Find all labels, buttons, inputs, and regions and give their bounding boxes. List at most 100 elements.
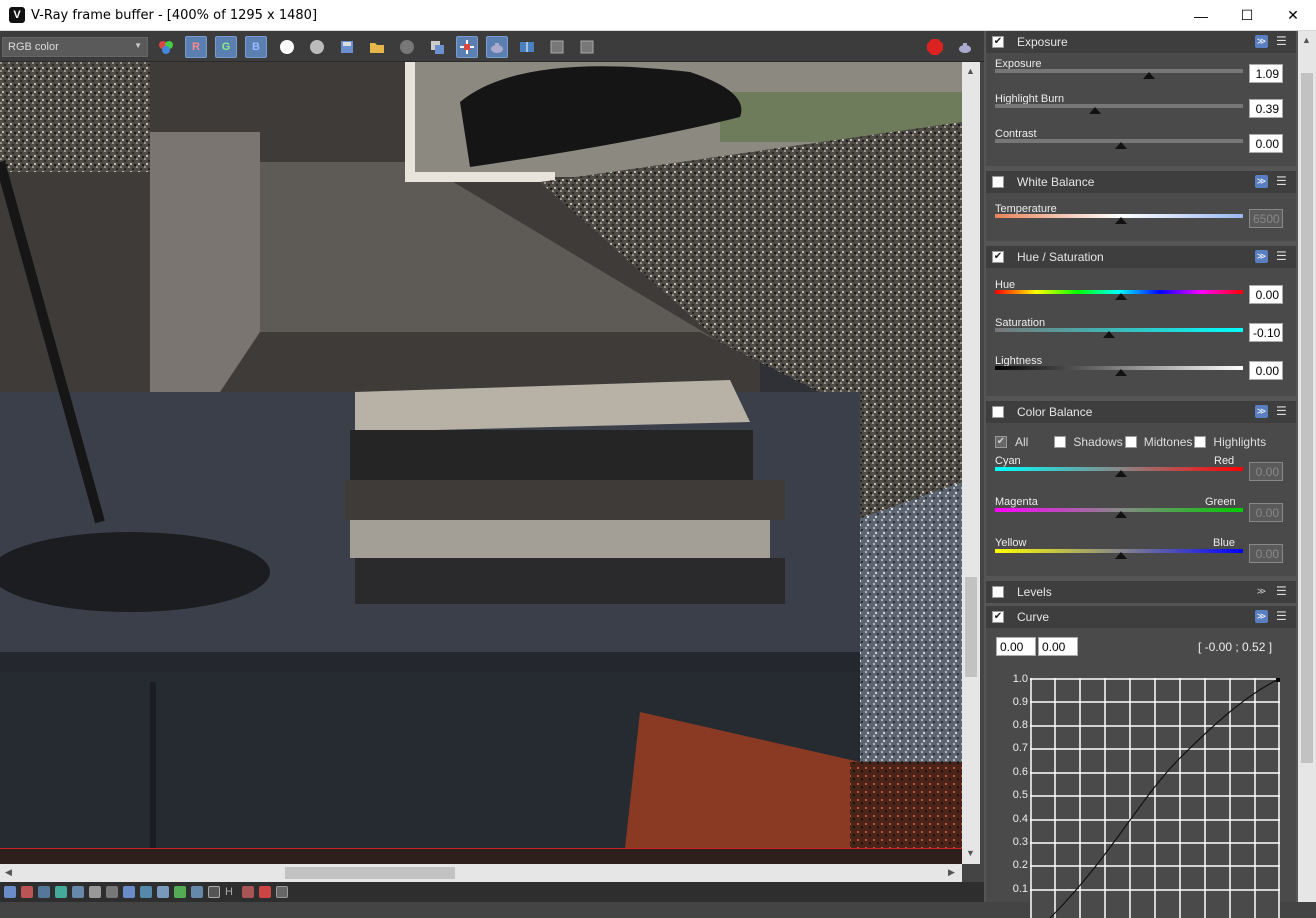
save-icon[interactable]	[336, 36, 358, 58]
compare-ab-icon[interactable]	[140, 886, 152, 898]
scroll-left-icon[interactable]: ◀	[5, 867, 12, 878]
channel-select[interactable]: RGB color ▼	[2, 37, 148, 57]
render-icon[interactable]	[954, 36, 976, 58]
minimize-button[interactable]: —	[1178, 0, 1224, 31]
highlight-burn-thumb[interactable]	[1089, 107, 1101, 114]
render-teapot-icon[interactable]	[486, 36, 508, 58]
info-icon[interactable]	[38, 886, 50, 898]
menu-icon[interactable]: ☰	[1276, 175, 1288, 187]
white-circle-icon[interactable]	[276, 36, 298, 58]
layers-icon[interactable]	[4, 886, 16, 898]
image-icon[interactable]	[174, 886, 186, 898]
highlights-checkbox[interactable]	[1194, 436, 1207, 448]
hue-value[interactable]: 0.00	[1249, 285, 1283, 304]
lens-icon[interactable]	[123, 886, 135, 898]
levels-enable-checkbox[interactable]	[992, 586, 1004, 598]
viewport-vertical-scrollbar[interactable]: ▲ ▼	[962, 62, 980, 864]
render-viewport[interactable]	[0, 62, 962, 848]
open-folder-icon[interactable]	[366, 36, 388, 58]
red-channel-button[interactable]: R	[185, 36, 207, 58]
horizontal-scroll-thumb[interactable]	[285, 867, 455, 879]
clear-icon[interactable]	[396, 36, 418, 58]
highlight-burn-value[interactable]: 0.39	[1249, 99, 1283, 118]
sidebar-scroll-thumb[interactable]	[1301, 73, 1313, 763]
contrast-thumb[interactable]	[1115, 142, 1127, 149]
green-channel-button[interactable]: G	[215, 36, 237, 58]
sidebar-scrollbar[interactable]: ▲	[1298, 31, 1316, 902]
menu-icon[interactable]: ☰	[1276, 250, 1288, 262]
temperature-value[interactable]: 6500	[1249, 209, 1283, 228]
curve-readout: [ -0.00 ; 0.52 ]	[1198, 640, 1273, 654]
scroll-right-icon[interactable]: ▶	[948, 867, 955, 878]
stamp-icon[interactable]	[72, 886, 84, 898]
white-balance-enable-checkbox[interactable]	[992, 176, 1004, 188]
highlight-burn-slider[interactable]	[995, 104, 1243, 108]
lightness-value[interactable]: 0.00	[1249, 361, 1283, 380]
all-checkbox[interactable]: ✔	[995, 436, 1007, 448]
curve-graph[interactable]	[1030, 678, 1280, 918]
lut-icon[interactable]	[55, 886, 67, 898]
hue-thumb[interactable]	[1115, 293, 1127, 300]
curve-x-input[interactable]: 0.00	[996, 637, 1036, 656]
histogram-icon[interactable]	[106, 886, 118, 898]
cyan-red-value[interactable]: 0.00	[1249, 462, 1283, 481]
contrast-value[interactable]: 0.00	[1249, 134, 1283, 153]
lightness-thumb[interactable]	[1115, 369, 1127, 376]
ocio-icon[interactable]	[208, 886, 220, 898]
expand-icon[interactable]: ≫	[1255, 250, 1268, 263]
settings-list-icon[interactable]	[89, 886, 101, 898]
curve-enable-checkbox[interactable]: ✔	[992, 611, 1004, 623]
vertical-scroll-thumb[interactable]	[965, 577, 977, 677]
menu-icon[interactable]: ☰	[1276, 610, 1288, 622]
expand-icon[interactable]: ≫	[1255, 585, 1268, 598]
temperature-thumb[interactable]	[1115, 217, 1127, 224]
exposure-enable-checkbox[interactable]: ✔	[992, 36, 1004, 48]
color-corrections-icon[interactable]	[21, 886, 33, 898]
viewport-horizontal-scrollbar[interactable]: ◀ ▶	[0, 864, 962, 882]
stereo-icon[interactable]	[259, 886, 271, 898]
blue-channel-button[interactable]: B	[245, 36, 267, 58]
pin-icon[interactable]	[276, 886, 288, 898]
saturation-slider[interactable]	[995, 328, 1243, 332]
saturation-value[interactable]: -0.10	[1249, 323, 1283, 342]
color-balance-enable-checkbox[interactable]	[992, 406, 1004, 418]
exposure-slider[interactable]	[995, 69, 1243, 73]
yellow-blue-value[interactable]: 0.00	[1249, 544, 1283, 563]
hdr-icon[interactable]: H	[225, 886, 237, 898]
color-channels-icon[interactable]	[155, 36, 177, 58]
region-icon[interactable]	[546, 36, 568, 58]
expand-icon[interactable]: ≫	[1255, 610, 1268, 623]
lightmix-icon[interactable]	[191, 886, 203, 898]
scroll-up-icon[interactable]: ▲	[966, 66, 975, 76]
cyan-red-thumb[interactable]	[1115, 470, 1127, 477]
menu-icon[interactable]: ☰	[1276, 405, 1288, 417]
exposure-slider-thumb[interactable]	[1143, 72, 1155, 79]
menu-icon[interactable]: ☰	[1276, 35, 1288, 47]
maximize-button[interactable]: ☐	[1224, 0, 1270, 31]
history-icon[interactable]	[576, 36, 598, 58]
expand-icon[interactable]: ≫	[1255, 175, 1268, 188]
expand-icon[interactable]: ≫	[1255, 35, 1268, 48]
menu-icon[interactable]: ☰	[1276, 585, 1288, 597]
midtones-checkbox[interactable]	[1124, 436, 1137, 448]
expand-icon[interactable]: ≫	[1255, 405, 1268, 418]
compare-icon[interactable]	[516, 36, 538, 58]
scroll-down-icon[interactable]: ▼	[966, 848, 975, 858]
exposure-value[interactable]: 1.09	[1249, 64, 1283, 83]
saturation-thumb[interactable]	[1103, 331, 1115, 338]
shadows-checkbox[interactable]	[1054, 436, 1067, 448]
exposure-ab-icon[interactable]	[242, 886, 254, 898]
yellow-blue-thumb[interactable]	[1115, 552, 1127, 559]
close-button[interactable]: ✕	[1270, 0, 1316, 31]
track-mouse-icon[interactable]	[456, 36, 478, 58]
stop-render-icon[interactable]	[924, 36, 946, 58]
hue-saturation-enable-checkbox[interactable]: ✔	[992, 251, 1004, 263]
magenta-green-thumb[interactable]	[1115, 511, 1127, 518]
mono-icon[interactable]	[306, 36, 328, 58]
curve-control-point[interactable]	[1276, 678, 1280, 682]
curve-y-input[interactable]: 0.00	[1038, 637, 1078, 656]
duplicate-icon[interactable]	[426, 36, 448, 58]
magenta-green-value[interactable]: 0.00	[1249, 503, 1283, 522]
scroll-up-icon[interactable]: ▲	[1302, 35, 1311, 45]
denoise-icon[interactable]	[157, 886, 169, 898]
